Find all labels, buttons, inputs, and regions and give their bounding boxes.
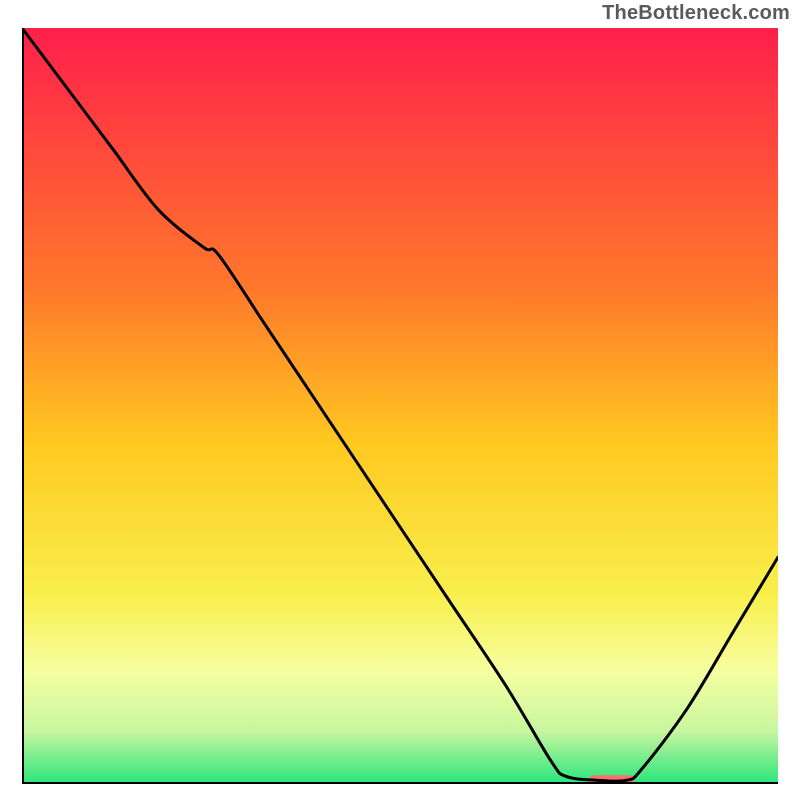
chart-canvas: TheBottleneck.com	[0, 0, 800, 800]
plot-background	[22, 28, 778, 784]
watermark-text: TheBottleneck.com	[602, 2, 790, 25]
plot-svg	[22, 28, 778, 784]
plot-frame	[22, 28, 778, 784]
